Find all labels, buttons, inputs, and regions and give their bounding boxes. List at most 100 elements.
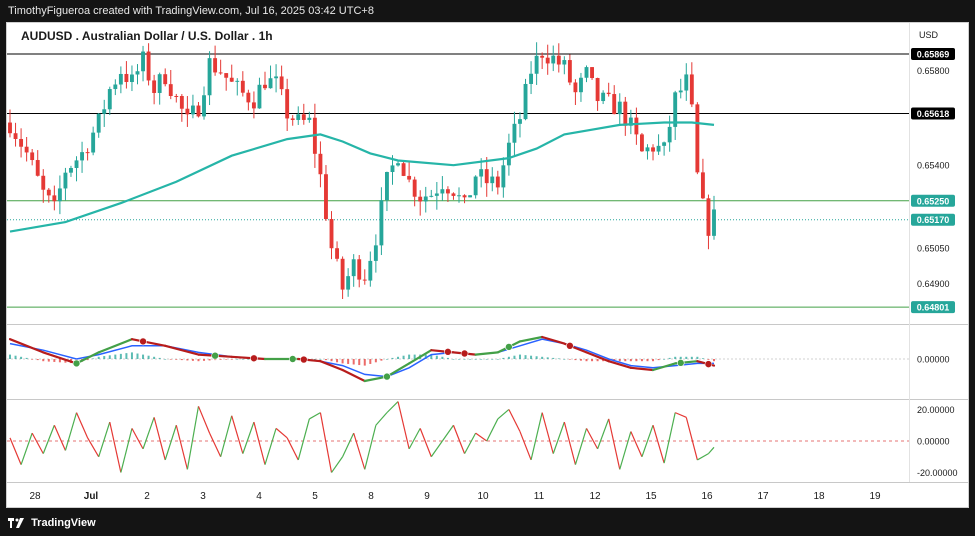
osc-seg-47: [530, 412, 543, 461]
candle-body-109: [612, 94, 617, 115]
candle-body-106: [595, 78, 600, 102]
chart-credit-text: TimothyFigueroa created with TradingView…: [8, 5, 374, 17]
candle-body-17: [102, 109, 107, 114]
macd-hist-6: [42, 359, 45, 362]
macd-hist-86: [485, 359, 488, 360]
candle-body-36: [207, 58, 212, 96]
osc-seg-5: [64, 412, 78, 451]
candle-body-93: [523, 83, 528, 120]
candle-body-27: [157, 74, 162, 93]
candle-body-26: [152, 80, 157, 93]
candle-body-1: [13, 133, 18, 139]
time-tick-5: 5: [312, 491, 318, 502]
candle-body-40: [229, 77, 234, 82]
macd-hist-93: [524, 355, 527, 359]
macd-hist-92: [518, 354, 521, 359]
candle-body-68: [385, 172, 389, 201]
macd-hist-96: [541, 356, 544, 359]
candle-body-117: [656, 145, 661, 152]
macd-cross-marker-11: [676, 359, 685, 367]
osc-seg-35: [397, 401, 410, 450]
candle-body-4: [30, 152, 35, 161]
candle-body-74: [418, 196, 423, 202]
macd-hist-58: [330, 359, 333, 362]
macd-hist-101: [568, 359, 571, 360]
oscillator-panel: 20.00000 0.00000 -20.00000: [7, 401, 958, 478]
candle-body-123: [689, 74, 694, 105]
candle-body-90: [506, 142, 511, 166]
macd-hist-7: [47, 359, 50, 362]
candle-body-16: [96, 113, 101, 133]
candle-body-79: [445, 189, 450, 194]
candle-body-114: [639, 134, 644, 152]
macd-hist-63: [358, 359, 361, 366]
candlestick-series: [8, 42, 716, 300]
osc-seg-15: [175, 425, 188, 470]
macd-hist-115: [646, 359, 649, 362]
candle-body-33: [190, 105, 195, 115]
candle-body-32: [185, 108, 190, 115]
candle-body-104: [584, 67, 589, 78]
macd-hist-122: [685, 356, 688, 359]
candle-body-57: [324, 174, 328, 220]
osc-tick-2: -20.00000: [917, 468, 958, 478]
tradingview-logo-icon: [8, 518, 24, 529]
macd-hist-30: [175, 359, 178, 360]
macd-hist-73: [413, 354, 416, 359]
level-label-2: 0.65250: [917, 196, 950, 206]
price-tick-2: 0.65050: [917, 244, 950, 254]
candle-body-80: [451, 193, 456, 196]
osc-seg-55: [619, 431, 632, 470]
macd-cross-marker-2: [211, 351, 219, 360]
osc-seg-40: [452, 425, 466, 454]
macd-hist-79: [446, 357, 449, 359]
osc-seg-61: [685, 417, 698, 461]
macd-cross-marker-10: [566, 341, 574, 350]
macd-hist-25: [147, 355, 150, 359]
time-tick-11: 15: [645, 491, 657, 502]
osc-seg-33: [375, 412, 388, 426]
osc-seg-9: [109, 421, 122, 473]
macd-hist-4: [31, 359, 34, 360]
candle-body-91: [512, 123, 517, 143]
osc-seg-53: [597, 418, 610, 450]
candle-body-84: [473, 176, 478, 196]
candle-body-56: [318, 153, 323, 175]
price-tick-0: 0.65800: [917, 66, 950, 76]
macd-hist-84: [474, 359, 477, 360]
candle-body-127: [712, 209, 716, 236]
candle-body-37: [213, 58, 218, 73]
osc-seg-58: [652, 425, 665, 464]
osc-seg-42: [475, 432, 488, 442]
macd-hist-103: [579, 359, 582, 361]
time-tick-9: 11: [534, 491, 545, 502]
osc-seg-18: [209, 432, 222, 458]
candle-body-81: [457, 195, 461, 197]
macd-cross-marker-7: [444, 348, 452, 356]
candle-body-62: [351, 259, 356, 277]
price-axis: 0.65800 0.65400 0.65050 0.64900: [917, 66, 950, 289]
candle-body-100: [562, 60, 567, 65]
level-label-3: 0.64801: [917, 303, 950, 313]
candle-body-103: [579, 77, 583, 93]
chart-frame[interactable]: AUDUSD . Australian Dollar / U.S. Dollar…: [6, 22, 969, 508]
macd-hist-88: [496, 359, 499, 360]
candle-body-88: [495, 176, 500, 188]
macd-hist-111: [624, 359, 627, 362]
candle-body-14: [85, 152, 90, 154]
macd-hist-9: [58, 359, 61, 363]
osc-seg-52: [585, 428, 599, 450]
brand-bar: TradingView: [0, 510, 975, 536]
macd-hist-124: [696, 356, 699, 359]
chart-canvas[interactable]: AUDUSD . Australian Dollar / U.S. Dollar…: [7, 23, 968, 507]
osc-seg-41: [464, 432, 477, 454]
candle-body-63: [357, 259, 362, 280]
macd-hist-71: [402, 355, 405, 359]
osc-seg-28: [319, 412, 333, 473]
osc-seg-24: [275, 427, 288, 439]
macd-hist-15: [92, 358, 95, 360]
macd-hist-2: [20, 356, 23, 359]
candle-body-73: [412, 179, 417, 197]
macd-hist-95: [535, 356, 538, 359]
candle-body-95: [534, 55, 539, 74]
